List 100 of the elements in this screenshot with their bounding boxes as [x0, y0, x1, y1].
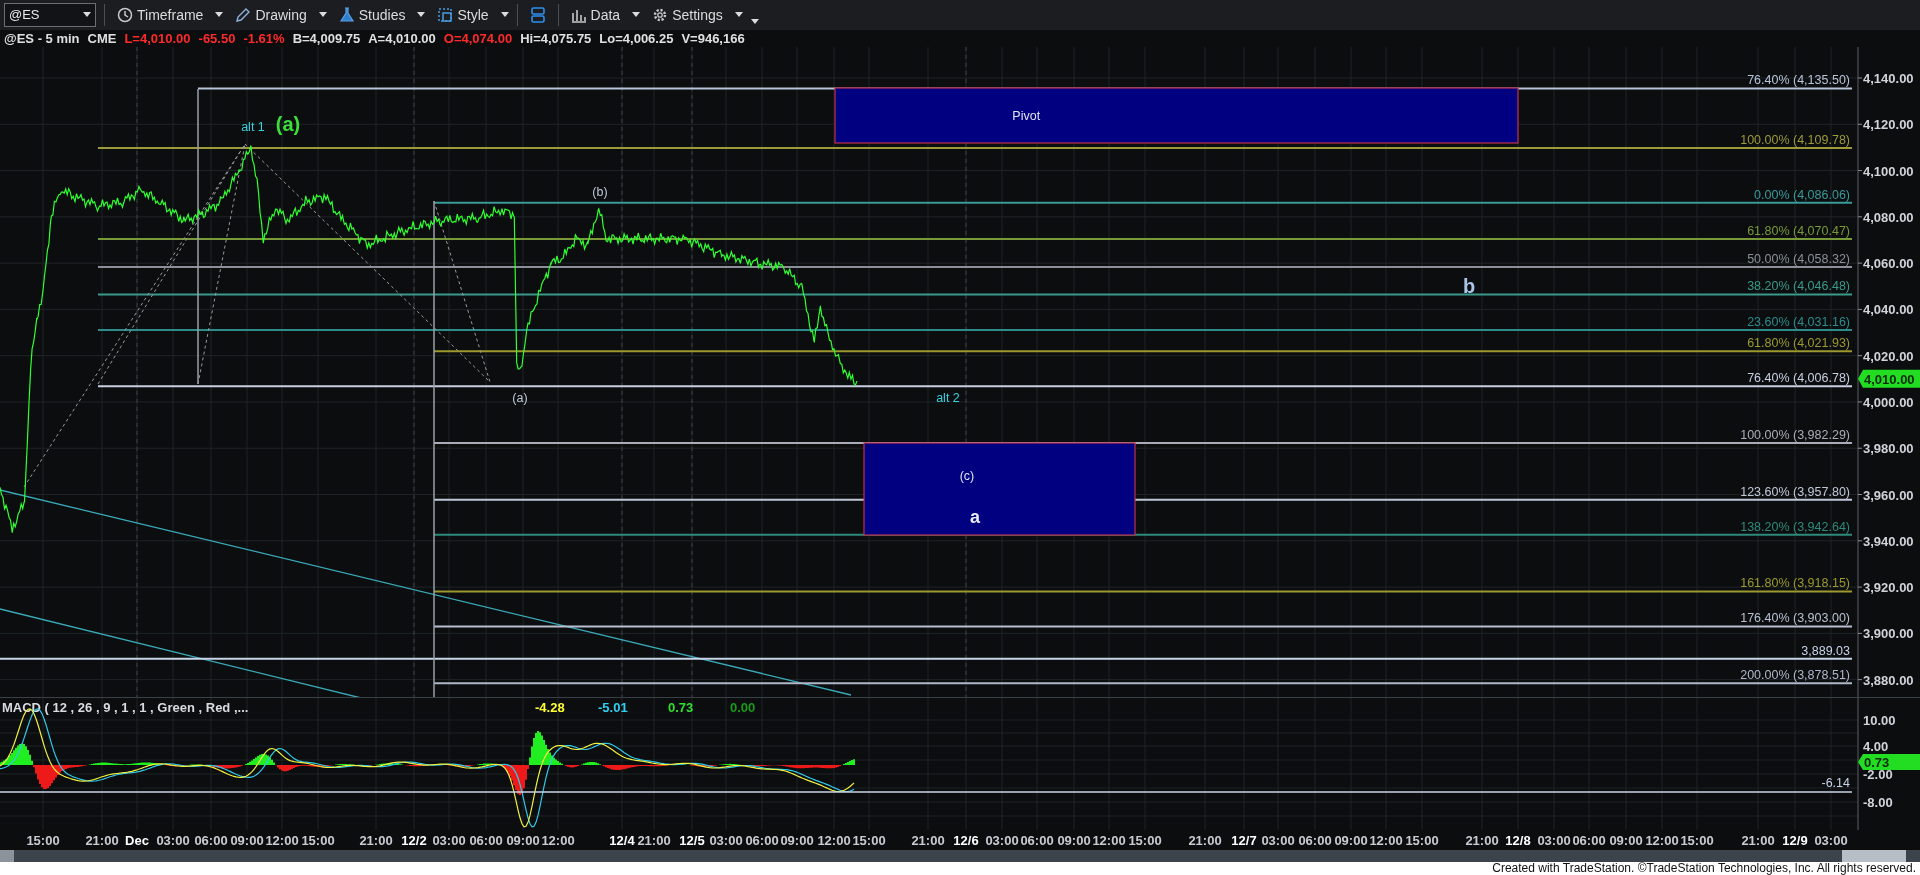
wave-label: (a): [512, 391, 528, 405]
scroll-thumb[interactable]: [1842, 850, 1906, 862]
time-label: 03:00: [432, 833, 466, 848]
time-label: 03:00: [156, 833, 190, 848]
time-label: 15:00: [1680, 833, 1714, 848]
quote-value: L=4,010.00: [124, 30, 191, 47]
quote-value: @ES - 5 min: [4, 30, 80, 47]
menu-button[interactable]: Settings: [648, 2, 727, 28]
menu-button[interactable]: Data: [566, 2, 625, 28]
caret-icon: [83, 12, 91, 18]
fib-level-label: 123.60% (3,957.80): [1740, 484, 1850, 499]
time-label: 12:00: [1645, 833, 1679, 848]
indicator-tick: 10.00: [1863, 713, 1896, 728]
time-label: 21:00: [1188, 833, 1222, 848]
fib-level-label: 3,889.03: [1801, 643, 1850, 658]
date-label: 12/9: [1782, 833, 1808, 848]
bar-chart-icon: [570, 7, 587, 23]
quote-value: Hi=4,075.75: [520, 30, 592, 47]
menu-button[interactable]: Studies: [334, 2, 410, 28]
time-label: 09:00: [1609, 833, 1643, 848]
price-tick: 4,060.00: [1863, 256, 1914, 272]
wave-label: a: [970, 507, 981, 527]
caret-icon: [215, 12, 224, 18]
indicator-title: MACD ( 12 , 26 , 9 , 1 , 1 , Green , Red ,...: [2, 700, 249, 715]
time-label: 03:00: [1537, 833, 1571, 848]
time-label: 21:00: [637, 833, 671, 848]
menu-button[interactable]: Timeframe: [113, 2, 208, 28]
fib-level-label: 23.60% (4,031.16): [1747, 314, 1850, 329]
time-label: 09:00: [1057, 833, 1091, 848]
wave-label: (b): [592, 185, 608, 199]
menu-button[interactable]: Style: [433, 2, 493, 28]
time-label: 15:00: [1405, 833, 1439, 848]
level-label: -6.14: [1821, 776, 1850, 790]
date-label: 12/7: [1231, 833, 1257, 848]
time-label: 15:00: [301, 833, 335, 848]
indicator-tick: 4.00: [1863, 739, 1889, 754]
caret-icon: [632, 12, 641, 18]
time-label: 12:00: [541, 833, 575, 848]
quote-value: A=4,010.00: [368, 30, 436, 47]
copyright-text: Created with TradeStation. ©TradeStation Technologies, Inc. All rights reserved.: [1492, 861, 1916, 875]
layout-icon: [529, 7, 546, 23]
fib-level-label: 100.00% (3,982.29): [1740, 428, 1850, 442]
price-tick: 4,020.00: [1863, 348, 1914, 364]
menu-button[interactable]: Drawing: [231, 2, 311, 28]
date-label: 12/6: [953, 833, 979, 848]
wave-label: (a): [275, 113, 301, 135]
indicator-value: 0.00: [730, 700, 756, 715]
fib-level-label: 50.00% (4,058.32): [1747, 252, 1850, 267]
pen-icon: [235, 7, 252, 23]
price-tick: 3,920.00: [1863, 580, 1914, 596]
indicator-value: 0.73: [668, 700, 694, 715]
date-label: 12/8: [1505, 833, 1531, 848]
price-tick: 4,080.00: [1863, 209, 1914, 225]
fib-level-label: 76.40% (4,006.78): [1747, 371, 1850, 386]
time-label: 15:00: [26, 833, 60, 848]
time-label: 03:00: [1261, 833, 1295, 848]
date-label: 12/5: [679, 833, 705, 848]
time-label: 06:00: [469, 833, 503, 848]
time-label: 12:00: [265, 833, 299, 848]
time-label: 06:00: [745, 833, 779, 848]
caret-icon: [500, 12, 509, 18]
caret-icon: [318, 12, 327, 18]
time-label: 15:00: [852, 833, 886, 848]
wave-label: b: [1462, 275, 1476, 297]
price-tick: 4,120.00: [1863, 117, 1914, 133]
time-label: 09:00: [230, 833, 264, 848]
time-label: 15:00: [1128, 833, 1162, 848]
time-label: 21:00: [359, 833, 393, 848]
date-label: Dec: [125, 833, 149, 848]
time-label: 21:00: [1465, 833, 1499, 848]
time-label: 06:00: [1020, 833, 1054, 848]
price-tick: 3,960.00: [1863, 487, 1914, 503]
price-tick: 4,140.00: [1863, 71, 1914, 86]
last-value-badge: 0.73: [1858, 754, 1920, 770]
symbol-dropdown[interactable]: @ES: [4, 3, 96, 27]
date-label: 12/4: [609, 833, 635, 848]
indicator-value: -5.01: [598, 700, 628, 715]
indicator-tick: -2.00: [1863, 767, 1893, 782]
settings-icon: [652, 7, 669, 23]
time-label: 12:00: [1369, 833, 1403, 848]
quote-value: O=4,074.00: [443, 30, 513, 47]
fib-level-label: 200.00% (3,878.51): [1740, 668, 1850, 683]
price-tick: 3,940.00: [1863, 533, 1914, 549]
price-tick: 4,100.00: [1863, 163, 1914, 179]
clock-icon: [117, 7, 133, 23]
time-label: 12:00: [1092, 833, 1126, 848]
time-label: 09:00: [1334, 833, 1368, 848]
time-label: 03:00: [985, 833, 1019, 848]
fib-level-label: 176.40% (3,903.00): [1740, 611, 1850, 626]
price-tick: 3,980.00: [1863, 441, 1914, 457]
wave-label: alt 2: [936, 391, 960, 405]
quote-value: B=4,009.75: [292, 30, 361, 47]
time-label: 21:00: [911, 833, 945, 848]
quote-value: CME: [87, 30, 117, 47]
time-label: 06:00: [1572, 833, 1606, 848]
caret-icon: [417, 12, 426, 18]
indicator-value: -4.28: [535, 700, 565, 715]
time-label: 21:00: [1741, 833, 1775, 848]
fib-level-label: 61.80% (4,070.47): [1747, 223, 1850, 238]
fib-level-label: 100.00% (4,109.78): [1740, 132, 1850, 147]
